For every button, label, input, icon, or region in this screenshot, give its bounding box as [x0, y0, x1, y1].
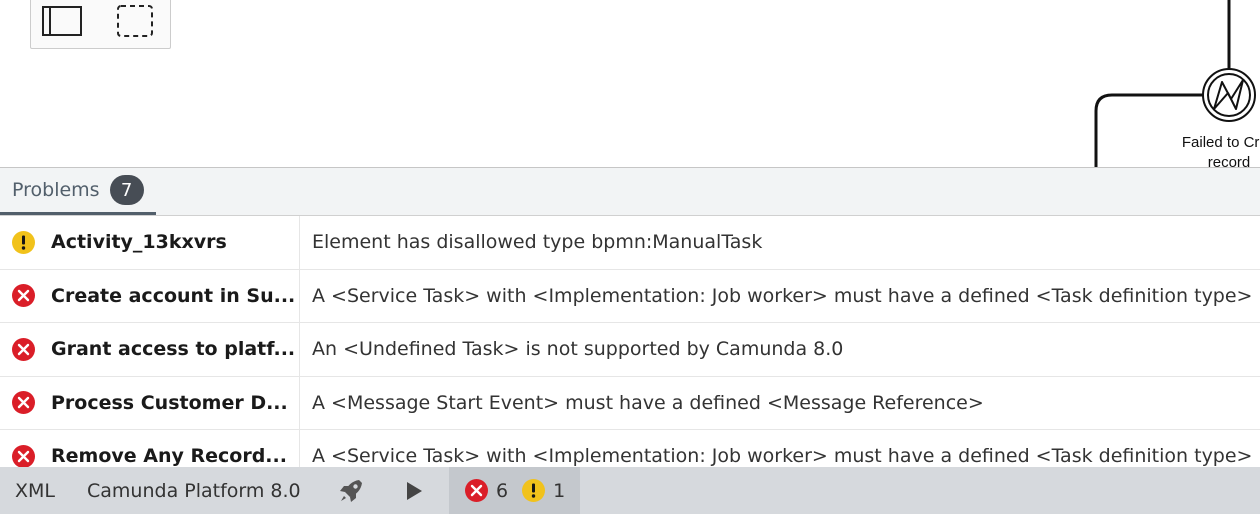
diagram-canvas[interactable]: Failed to Crea record	[0, 0, 1260, 167]
problems-panel: Problems 7 Activity_13kxvrs Element has …	[0, 167, 1260, 467]
problem-element-cell: Remove Any Record...	[0, 430, 300, 467]
problem-element-name: Remove Any Record...	[51, 445, 287, 467]
space-tool-button[interactable]	[113, 1, 157, 41]
problems-list: Activity_13kxvrs Element has disallowed …	[0, 216, 1260, 467]
diagram-svg	[1094, 0, 1256, 167]
problem-message: Element has disallowed type bpmn:ManualT…	[312, 231, 763, 254]
problem-row[interactable]: Remove Any Record... A <Service Task> wi…	[0, 430, 1260, 467]
play-icon	[407, 481, 422, 500]
problem-message: A <Service Task> with <Implementation: J…	[312, 445, 1253, 467]
problem-message: An <Undefined Task> is not supported by …	[312, 338, 844, 361]
event-label-line2: record	[1207, 154, 1251, 167]
problem-row[interactable]: Activity_13kxvrs Element has disallowed …	[0, 216, 1260, 270]
warning-count: 1	[553, 479, 566, 502]
xml-button[interactable]: XML	[0, 467, 75, 514]
error-icon	[465, 479, 488, 502]
tool-palette	[30, 0, 171, 49]
problem-element-name: Create account in Su...	[51, 284, 296, 307]
error-icon	[12, 337, 35, 361]
problem-element-name: Grant access to platf...	[51, 338, 296, 361]
event-label: Failed to Crea record	[1164, 133, 1260, 167]
deploy-button[interactable]	[323, 467, 379, 514]
problem-element-cell: Create account in Su...	[0, 269, 300, 322]
error-icon	[12, 444, 35, 467]
run-button[interactable]	[379, 467, 449, 514]
platform-selector[interactable]: Camunda Platform 8.0	[75, 467, 323, 514]
problem-element-cell: Activity_13kxvrs	[0, 216, 300, 269]
problem-message: A <Service Task> with <Implementation: J…	[312, 284, 1253, 307]
problem-element-cell: Process Customer D...	[0, 376, 300, 429]
lasso-tool-button[interactable]	[41, 1, 85, 41]
problem-row[interactable]: Process Customer D... A <Message Start E…	[0, 376, 1260, 430]
problems-toggle-button[interactable]: 6 1	[449, 467, 580, 514]
lasso-tool-icon	[42, 6, 82, 36]
error-icon	[12, 391, 35, 415]
tab-problems-label: Problems	[12, 179, 100, 201]
warning-icon	[12, 230, 35, 254]
error-icon	[12, 284, 35, 308]
problem-element-name: Process Customer D...	[51, 391, 288, 414]
tab-problems[interactable]: Problems 7	[0, 168, 156, 215]
rocket-icon	[340, 479, 362, 502]
problems-count-badge: 7	[109, 175, 144, 205]
event-label-line1: Failed to Crea	[1181, 134, 1260, 151]
problem-row[interactable]: Create account in Su... A <Service Task>…	[0, 269, 1260, 323]
error-count: 6	[496, 479, 509, 502]
error-boundary-event-icon[interactable]	[1202, 68, 1256, 122]
problem-row[interactable]: Grant access to platf... An <Undefined T…	[0, 323, 1260, 377]
problem-element-name: Activity_13kxvrs	[51, 231, 227, 254]
problem-element-cell: Grant access to platf...	[0, 323, 300, 376]
space-tool-icon	[117, 5, 153, 37]
panel-header: Problems 7	[0, 168, 1260, 216]
problem-message: A <Message Start Event> must have a defi…	[312, 391, 984, 414]
warning-icon	[522, 479, 546, 502]
status-bar: XML Camunda Platform 8.0 6 1	[0, 467, 1260, 514]
